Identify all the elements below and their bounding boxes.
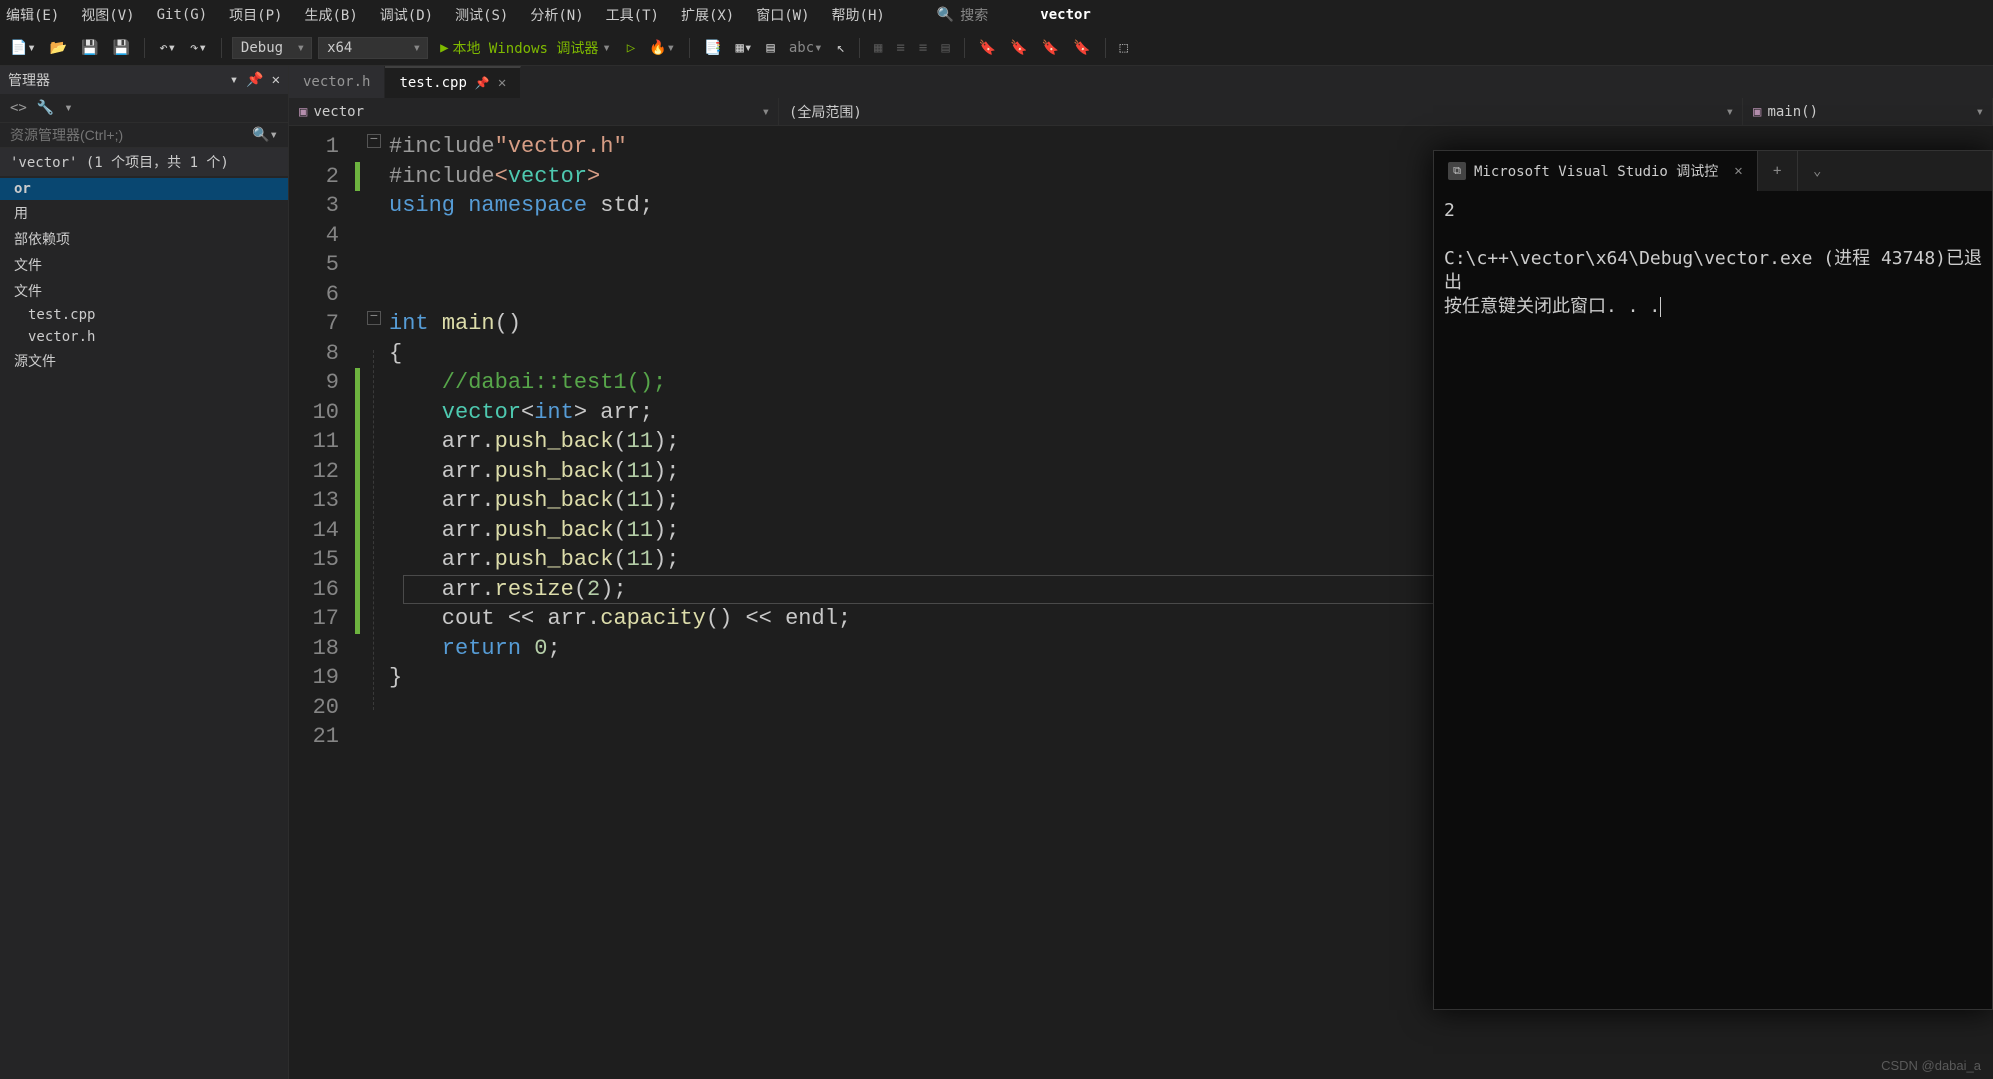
crumb-function[interactable]: ▣ main() [1743,98,1993,125]
search-icon[interactable]: 🔍▾ [252,127,278,143]
crumb-scope[interactable]: (全局范围) [779,98,1743,125]
fold-icon[interactable]: − [367,134,381,148]
hot-reload-button[interactable]: 🔥▾ [645,38,679,58]
tb-end-icon[interactable]: ⬚ [1116,38,1132,58]
console-tab[interactable]: ⧉ Microsoft Visual Studio 调试控 ✕ [1434,151,1757,191]
tree-external-deps[interactable]: 部依赖项 [0,226,288,252]
bookmark-icon[interactable]: 🔖 [975,38,1000,58]
bookmark-next: 🔖 [1038,38,1063,58]
project-node[interactable]: or [0,178,288,200]
tree-sources[interactable]: 文件 [0,278,288,304]
search-term: vector [1040,7,1091,23]
new-item-button[interactable]: 📄▾ [6,38,40,58]
menu-bar: 编辑(E) 视图(V) Git(G) 项目(P) 生成(B) 调试(D) 测试(… [0,0,1993,30]
search-label: 搜索 [960,5,988,25]
redo-button[interactable]: ↷▾ [186,38,211,58]
new-console-tab[interactable]: + [1757,151,1797,191]
fold-icon[interactable]: − [367,311,381,325]
solution-explorer: 管理器 ▾ 📌 ✕ <> 🔧 ▾ 🔍▾ 'vector' (1 个项目，共 1 … [0,66,289,1079]
crumb-project[interactable]: ▣ vector [289,98,779,125]
save-button[interactable]: 💾 [77,38,102,58]
tab-vector-h[interactable]: vector.h [289,66,385,98]
pin-icon[interactable]: 📌 [475,76,490,90]
tree-resource-files[interactable]: 源文件 [0,348,288,374]
menu-view[interactable]: 视图(V) [81,5,134,25]
tool-wrench-icon[interactable]: 🔧 [37,100,54,116]
console-output: 2 C:\c++\vector\x64\Debug\vector.exe (进程… [1434,191,1992,327]
menu-edit[interactable]: 编辑(E) [6,5,59,25]
pin-icon[interactable]: 📌 [246,72,263,88]
menu-git[interactable]: Git(G) [157,7,208,23]
menu-test[interactable]: 测试(S) [455,5,508,25]
solution-search-input[interactable] [10,127,210,143]
menu-build[interactable]: 生成(B) [304,5,357,25]
debug-console-window[interactable]: ⧉ Microsoft Visual Studio 调试控 ✕ + ⌄ 2 C:… [1433,150,1993,1010]
tb-disabled-4: ▤ [937,38,953,58]
tool-code-icon[interactable]: <> [10,100,27,116]
menu-tools[interactable]: 工具(T) [606,5,659,25]
tb-icon-5[interactable]: ↖ [833,38,849,58]
menu-project[interactable]: 项目(P) [229,5,282,25]
tb-icon-2[interactable]: ▦▾ [732,38,757,58]
cube-icon: ▣ [1753,104,1761,120]
menu-window[interactable]: 窗口(W) [756,5,809,25]
config-dropdown[interactable]: Debug [232,37,312,59]
cube-icon: ▣ [299,104,307,120]
start-without-debug-button[interactable]: ▷ [623,38,639,58]
sidebar-title: 管理器 [8,70,50,90]
tb-disabled-2: ≡ [892,38,908,58]
tool-more-icon[interactable]: ▾ [64,100,72,116]
file-test-cpp[interactable]: test.cpp [0,304,288,326]
local-debugger-button[interactable]: ▶ 本地 Windows 调试器 ▾ [434,36,617,60]
watermark: CSDN @dabai_a [1881,1058,1981,1073]
tree-headers[interactable]: 文件 [0,252,288,278]
code-margin: −− [349,126,389,1079]
sidebar-toolbar: <> 🔧 ▾ [0,94,288,123]
bookmark-clear: 🔖 [1069,38,1094,58]
search-icon: 🔍 [937,7,954,23]
menu-analyze[interactable]: 分析(N) [530,5,583,25]
close-console-icon[interactable]: ✕ [1734,163,1742,179]
tab-test-cpp[interactable]: test.cpp 📌 ✕ [385,66,521,98]
tb-disabled-1: ▦ [870,38,886,58]
platform-dropdown[interactable]: x64 [318,37,428,59]
menu-help[interactable]: 帮助(H) [832,5,885,25]
save-all-button[interactable]: 💾 [109,38,134,58]
menu-debug[interactable]: 调试(D) [380,5,433,25]
tb-icon-3[interactable]: ▤ [762,38,778,58]
close-tab-icon[interactable]: ✕ [498,75,506,91]
console-more-icon[interactable]: ⌄ [1797,151,1837,191]
solution-node[interactable]: 'vector' (1 个项目，共 1 个) [0,148,288,176]
close-icon[interactable]: ✕ [272,72,280,88]
dropdown-icon[interactable]: ▾ [230,72,238,88]
tb-disabled-3: ≡ [915,38,931,58]
navigation-bar: ▣ vector (全局范围) ▣ main() [289,98,1993,126]
file-vector-h[interactable]: vector.h [0,326,288,348]
line-gutter: 123456789101112131415161718192021 [289,126,349,1079]
tb-icon-1[interactable]: 📑 [700,38,725,58]
bookmark-prev: 🔖 [1006,38,1031,58]
toolbar: 📄▾ 📂 💾 💾 ↶▾ ↷▾ Debug x64 ▶ 本地 Windows 调试… [0,30,1993,66]
vs-icon: ⧉ [1448,162,1466,180]
play-icon: ▶ [440,40,448,56]
tree-references[interactable]: 用 [0,200,288,226]
tb-icon-4[interactable]: abc▾ [785,38,827,58]
menu-extensions[interactable]: 扩展(X) [681,5,734,25]
undo-button[interactable]: ↶▾ [155,38,180,58]
search-box[interactable]: 🔍 搜索 [937,5,988,25]
editor-tabs: vector.h test.cpp 📌 ✕ [289,66,1993,98]
open-button[interactable]: 📂 [46,38,71,58]
